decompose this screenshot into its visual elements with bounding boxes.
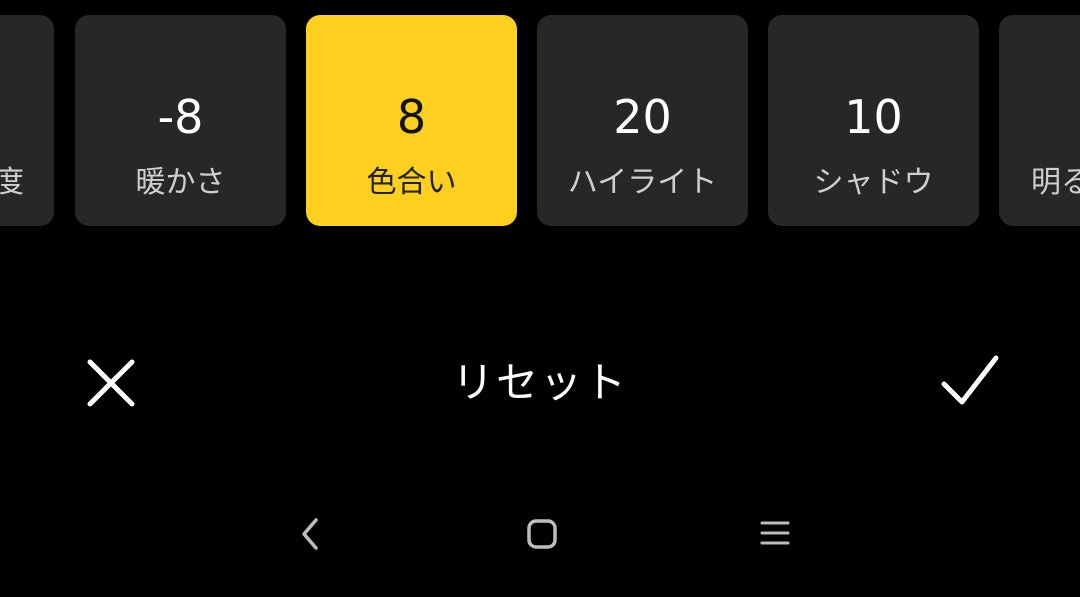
adjustment-label: 明る [1031, 165, 1080, 200]
nav-home-button[interactable] [522, 514, 562, 554]
check-icon [941, 355, 999, 405]
adjustment-label: 度 [0, 165, 24, 200]
adjustment-tile-shadows[interactable]: 10 シャドウ [768, 15, 979, 226]
adjustment-value: 20 [613, 90, 672, 144]
close-icon [87, 359, 135, 407]
nav-menu-button[interactable] [756, 514, 796, 554]
adjustment-tile-brightness[interactable]: 明る [999, 15, 1080, 226]
adjustment-tile-tint[interactable]: 8 色合い [306, 15, 517, 226]
adjustment-tile-saturation[interactable]: 度 [0, 15, 54, 226]
adjustment-label: 暖かさ [135, 165, 226, 200]
adjustment-label: ハイライト [567, 165, 718, 200]
adjustment-label: 色合い [366, 165, 457, 200]
adjustment-label: シャドウ [813, 165, 934, 200]
reset-button[interactable]: リセット [452, 358, 628, 407]
adjustment-value: -8 [157, 90, 204, 144]
back-chevron-icon [302, 518, 318, 550]
adjustment-tile-highlights[interactable]: 20 ハイライト [537, 15, 748, 226]
menu-lines-icon [760, 521, 790, 545]
nav-back-button[interactable] [294, 514, 330, 554]
home-square-icon [527, 519, 557, 549]
adjustment-tile-warmth[interactable]: -8 暖かさ [75, 15, 286, 226]
confirm-button[interactable] [938, 352, 1002, 410]
adjustment-value: 8 [396, 90, 427, 144]
adjustment-screen: 度 -8 暖かさ 8 色合い 20 ハイライト 10 シャドウ 明る リセット [0, 0, 1080, 597]
adjustment-value: 10 [844, 90, 903, 144]
cancel-button[interactable] [84, 356, 138, 410]
